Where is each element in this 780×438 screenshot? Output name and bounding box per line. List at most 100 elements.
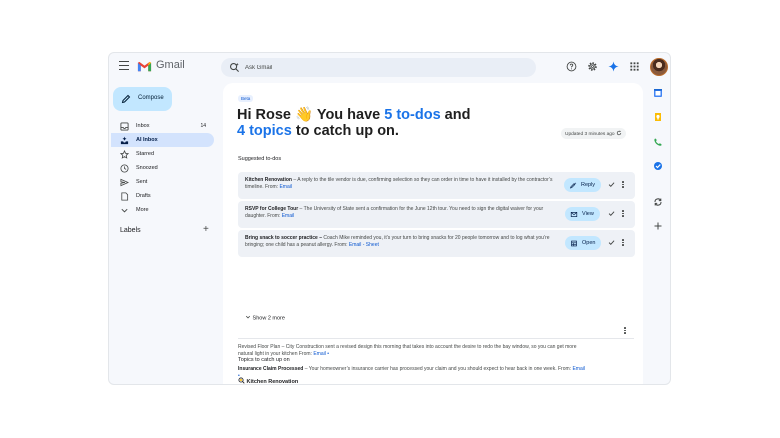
todo-title: RSVP for College Tour xyxy=(245,206,299,212)
action-label: Reply xyxy=(581,182,596,188)
gmail-window: Gmail Ask Gmail Compose Inbox 14 AI Inbo… xyxy=(108,52,671,385)
topic-body: – Your homeowner’s insurance carrier has… xyxy=(303,366,573,372)
keep-icon[interactable] xyxy=(653,112,663,122)
sidebar-item-label: Starred xyxy=(136,151,155,157)
avatar[interactable] xyxy=(650,58,668,76)
gmail-logo-icon xyxy=(137,61,152,72)
send-icon xyxy=(120,178,129,187)
menu-icon[interactable] xyxy=(119,61,129,71)
todo-card[interactable]: RSVP for College Tour – The University o… xyxy=(238,201,635,228)
more-options-icon[interactable] xyxy=(621,181,625,189)
updated-status[interactable]: Updated 3 minutes ago xyxy=(561,128,626,139)
sidebar-item-drafts[interactable]: Drafts xyxy=(111,189,214,203)
mail-icon xyxy=(570,211,578,217)
todo-source-link[interactable]: Email - Sheet xyxy=(349,242,379,248)
clock-icon xyxy=(120,164,129,173)
check-icon[interactable] xyxy=(608,239,615,246)
open-button[interactable]: Open xyxy=(565,236,602,250)
contacts-icon[interactable] xyxy=(653,137,663,147)
topic-count-link[interactable]: 4 topics xyxy=(237,123,292,139)
show-more-button[interactable]: Show 2 more xyxy=(245,314,285,322)
todo-count-link[interactable]: 5 to-dos xyxy=(384,107,440,123)
draft-icon xyxy=(121,192,129,201)
topic-item-title: Insurance Claim Processed xyxy=(238,366,304,372)
sidebar-nav: Inbox 14 AI Inbox Starred Snoozed Sent D… xyxy=(111,119,214,217)
unread-count: 14 xyxy=(200,123,206,129)
todo-source-link[interactable]: Email xyxy=(279,184,292,190)
todo-text: Bring snack to soccer practice – Coach M… xyxy=(245,235,560,249)
sidebar-item-label: Inbox xyxy=(136,123,150,129)
top-bar: Gmail xyxy=(109,53,670,83)
beta-badge: Beta xyxy=(238,95,254,102)
topic-source-link[interactable]: Email xyxy=(572,366,585,372)
add-label-button[interactable]: + xyxy=(203,225,209,235)
ai-inbox-icon xyxy=(120,136,129,145)
compose-label: Compose xyxy=(138,95,164,101)
calendar-icon[interactable] xyxy=(653,88,663,98)
ai-inbox-panel: Beta Hi Rose 👋 You have 5 to-dos and 4 t… xyxy=(223,83,643,384)
compose-button[interactable]: Compose xyxy=(113,87,172,111)
todos-heading: Suggested to-dos xyxy=(238,156,282,162)
tasks-icon[interactable] xyxy=(653,161,663,171)
sidebar-item-sent[interactable]: Sent xyxy=(111,175,214,189)
greeting-text: and xyxy=(440,107,471,123)
more-options-icon[interactable] xyxy=(621,239,625,247)
sidebar-item-snoozed[interactable]: Snoozed xyxy=(111,161,214,175)
todo-card[interactable]: Bring snack to soccer practice – Coach M… xyxy=(238,230,635,257)
gemini-icon[interactable] xyxy=(608,61,619,72)
search-input[interactable] xyxy=(245,58,515,77)
todo-card[interactable]: Kitchen Renovation – A reply to the tile… xyxy=(238,172,635,199)
apps-icon[interactable] xyxy=(629,61,640,72)
help-icon[interactable] xyxy=(566,61,577,72)
sidebar-item-more[interactable]: More xyxy=(111,203,214,217)
topic-more-options-icon[interactable] xyxy=(623,327,627,335)
todo-text: RSVP for College Tour – The University o… xyxy=(245,206,560,220)
sidebar-item-label: AI Inbox xyxy=(136,137,158,143)
sheet-icon xyxy=(571,240,577,246)
action-label: View xyxy=(582,211,594,217)
app-name: Gmail xyxy=(156,59,185,71)
sidebar-item-label: Snoozed xyxy=(136,165,158,171)
greeting-text: to catch up on. xyxy=(291,123,399,139)
todo-source-link[interactable]: Email xyxy=(282,213,295,219)
settings-icon[interactable] xyxy=(587,61,598,72)
topic-source-link[interactable]: Email xyxy=(313,351,326,357)
add-icon[interactable] xyxy=(653,221,663,231)
chevron-down-icon xyxy=(245,315,251,319)
sidebar-item-ai-inbox[interactable]: AI Inbox xyxy=(111,133,214,147)
star-icon xyxy=(120,150,129,159)
topic-item: Revised Floor Plan – City Construction s… xyxy=(238,344,588,358)
sidebar-item-starred[interactable]: Starred xyxy=(111,147,214,161)
todo-title: Kitchen Renovation xyxy=(245,177,292,183)
pencil-icon xyxy=(121,94,131,104)
sparkle-pen-icon xyxy=(570,181,577,188)
check-icon[interactable] xyxy=(608,210,615,217)
sidebar-item-label: Sent xyxy=(136,179,148,185)
topic-item: Insurance Claim Processed – Your homeown… xyxy=(238,366,588,380)
search-bar[interactable] xyxy=(221,58,536,77)
refresh-icon xyxy=(616,130,622,136)
search-icon[interactable] xyxy=(229,62,240,73)
wave-emoji: 👋 xyxy=(295,107,314,123)
section-divider xyxy=(238,338,634,339)
sidebar-item-label: Drafts xyxy=(136,193,151,199)
todo-title: Bring snack to soccer practice – xyxy=(245,235,322,241)
show-more-label: Show 2 more xyxy=(252,315,285,322)
greeting-text: Hi Rose xyxy=(237,107,296,123)
todo-text: Kitchen Renovation – A reply to the tile… xyxy=(245,177,560,191)
greeting-headline: Hi Rose 👋 You have 5 to-dos and 4 topics… xyxy=(237,107,470,139)
topic-dot: • xyxy=(238,373,240,379)
reply-button[interactable]: Reply xyxy=(564,178,602,192)
sidebar-item-label: More xyxy=(136,207,149,213)
topic-body: Revised Floor Plan – City Construction s… xyxy=(238,344,577,357)
action-label: Open xyxy=(582,240,596,246)
check-icon[interactable] xyxy=(608,181,615,188)
greeting-text: You have xyxy=(313,107,385,123)
view-button[interactable]: View xyxy=(565,207,600,221)
chevron-down-icon xyxy=(121,208,128,213)
sidebar-item-inbox[interactable]: Inbox 14 xyxy=(111,119,214,133)
labels-heading: Labels xyxy=(120,227,141,234)
more-options-icon[interactable] xyxy=(621,210,625,218)
updated-text: Updated 3 minutes ago xyxy=(565,132,615,137)
sync-icon[interactable] xyxy=(653,197,663,207)
